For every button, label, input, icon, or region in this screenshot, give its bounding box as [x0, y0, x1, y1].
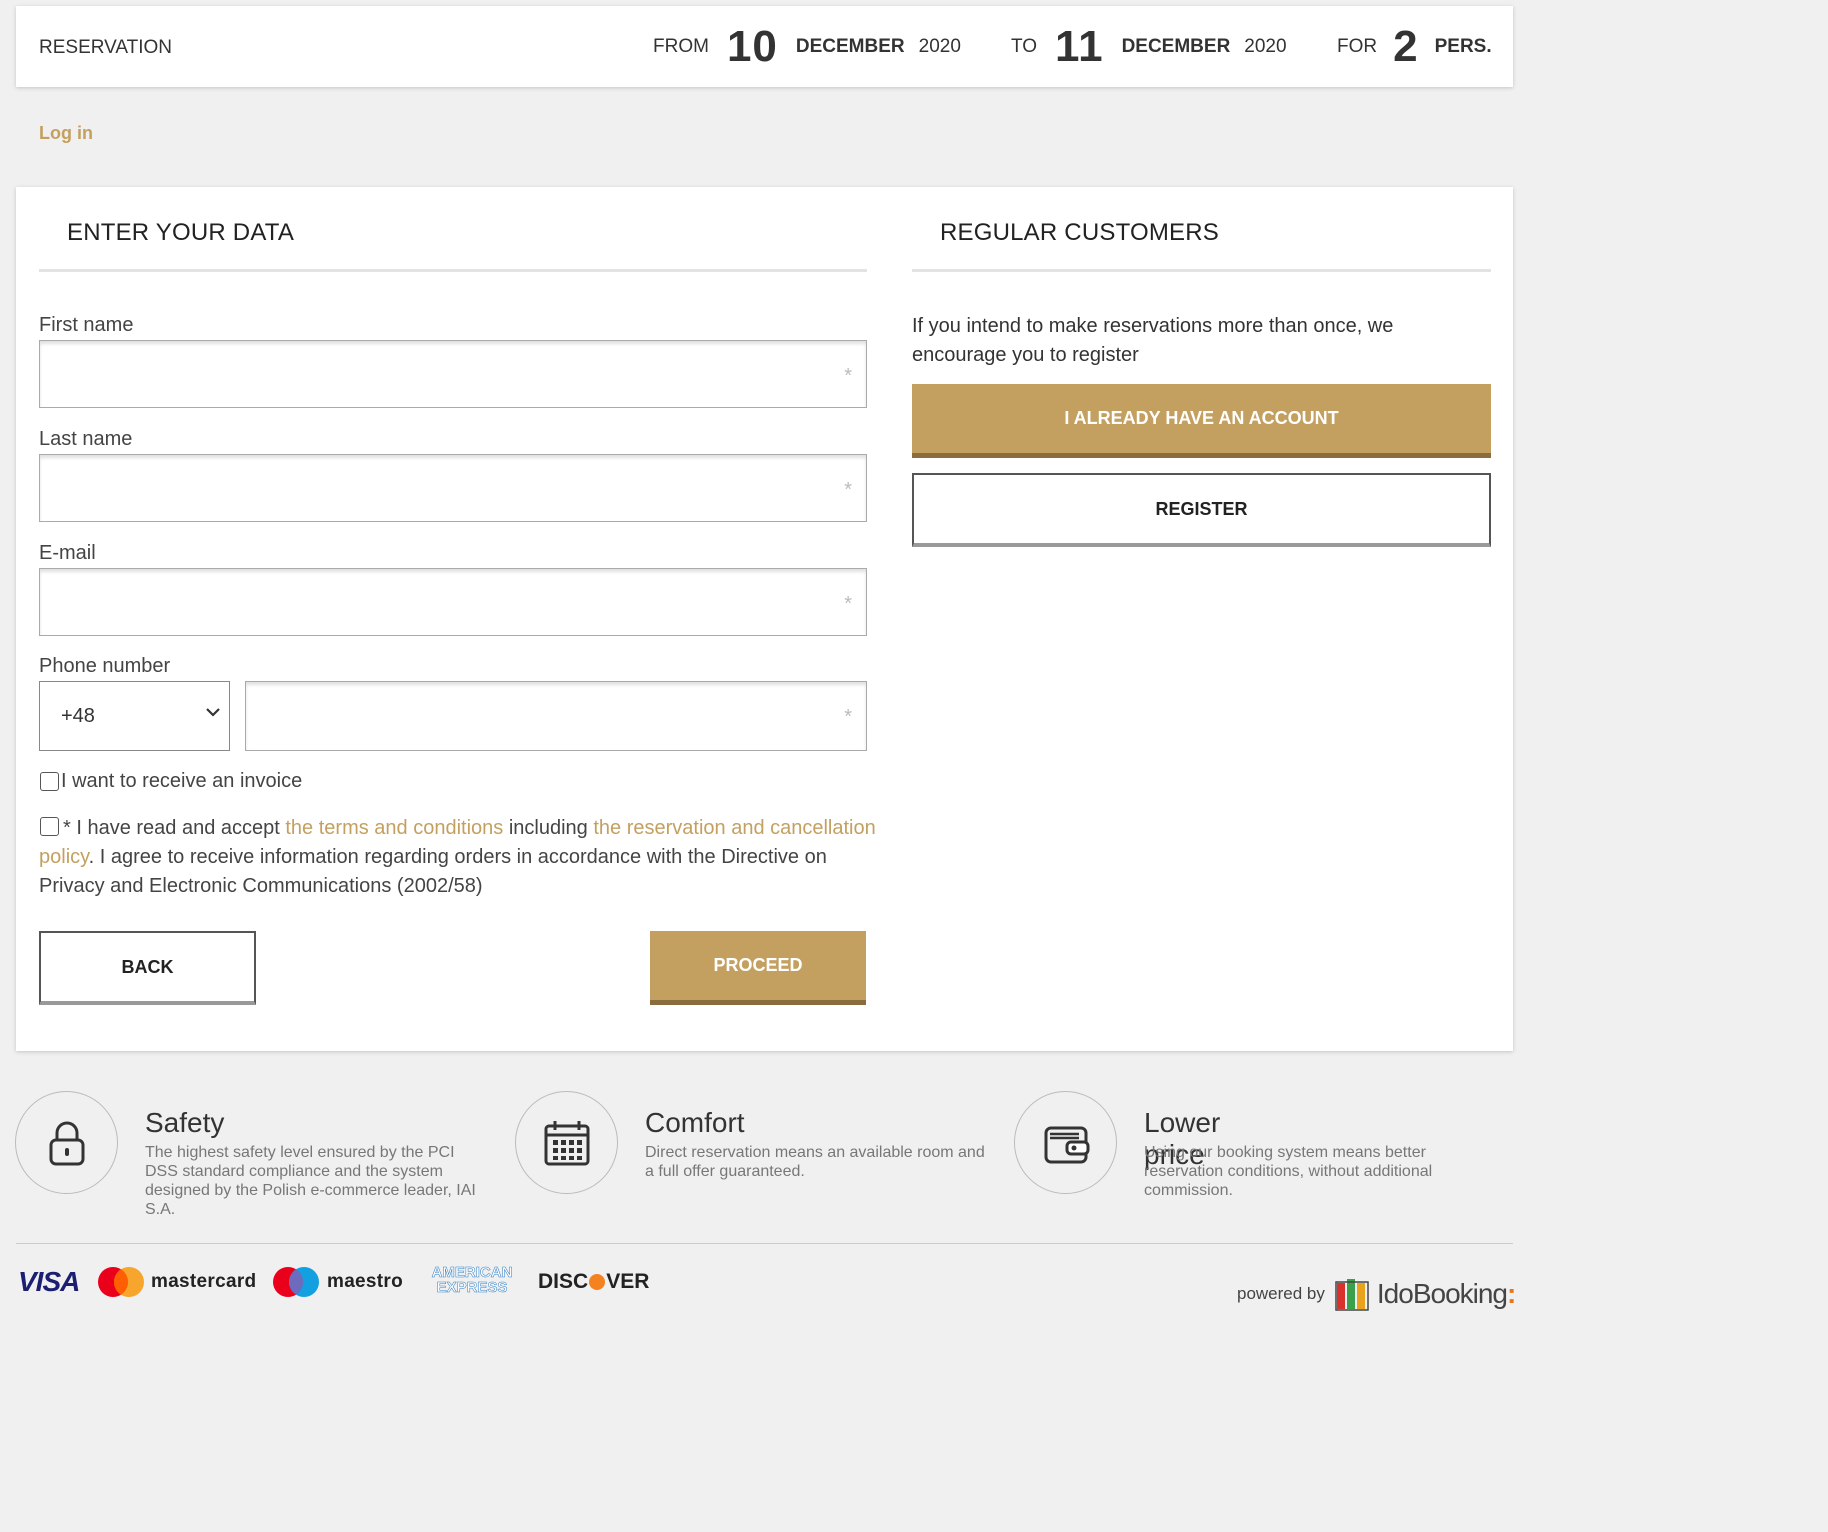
- last-name-input[interactable]: *: [39, 454, 867, 522]
- regular-customers-title: REGULAR CUSTOMERS: [940, 219, 1220, 246]
- american-express-logo: AMERICAN EXPRESS: [423, 1262, 521, 1298]
- from-year: 2020: [918, 35, 961, 57]
- divider: [39, 269, 867, 272]
- phone-prefix-value: +48: [61, 704, 95, 727]
- terms-text: * I have read and accept the terms and c…: [39, 814, 879, 901]
- from-word: FROM: [653, 35, 709, 57]
- feature-icon-circle: [15, 1091, 118, 1194]
- proceed-button[interactable]: PROCEED: [650, 931, 866, 1005]
- already-have-account-button[interactable]: I ALREADY HAVE AN ACCOUNT: [912, 384, 1491, 458]
- required-mark: *: [844, 593, 852, 615]
- from-month: DECEMBER: [795, 35, 905, 57]
- feature-title: Comfort: [645, 1107, 745, 1138]
- feature-description: Direct reservation means an available ro…: [645, 1144, 985, 1180]
- from-day: 10: [726, 21, 778, 71]
- login-link[interactable]: Log in: [39, 123, 93, 144]
- register-button[interactable]: REGISTER: [912, 473, 1491, 547]
- visa-logo: VISA: [18, 1266, 80, 1297]
- required-mark: *: [844, 479, 852, 501]
- discover-text-b: VER: [606, 1270, 650, 1293]
- footer-divider: [16, 1243, 1513, 1244]
- feature-description: The highest safety level ensured by the …: [145, 1144, 476, 1218]
- maestro-circles-icon: [273, 1267, 319, 1297]
- feature-icon-circle: [1014, 1091, 1117, 1194]
- terms-prefix: * I have read and accept: [63, 817, 286, 839]
- powered-by-text: powered by: [1237, 1284, 1325, 1303]
- discover-logo: DISC VER: [538, 1262, 649, 1302]
- phone-label: Phone number: [39, 655, 171, 677]
- persons-count: FOR 2 PERS.: [1337, 6, 1492, 87]
- amex-line-1: AMERICAN: [431, 1264, 513, 1281]
- register-encouragement-text: If you intend to make reservations more …: [912, 315, 1394, 366]
- first-name-label: First name: [39, 314, 134, 336]
- terms-link[interactable]: the terms and conditions: [285, 817, 503, 839]
- date-from: FROM 10 DECEMBER 2020: [653, 6, 961, 87]
- phone-prefix-select[interactable]: +48: [39, 681, 230, 751]
- idobooking-brand-text: IdoBooking: [1376, 1278, 1508, 1309]
- calendar-icon: [544, 1121, 590, 1166]
- email-label: E-mail: [39, 542, 96, 564]
- last-name-label: Last name: [39, 428, 133, 450]
- back-button[interactable]: BACK: [39, 931, 256, 1005]
- maestro-text: maestro: [327, 1271, 404, 1292]
- to-word: TO: [1011, 35, 1038, 57]
- discover-text-a: DISC: [538, 1270, 589, 1293]
- feature-icon-circle: [515, 1091, 618, 1194]
- discover-dot-icon: [589, 1274, 606, 1290]
- to-year: 2020: [1244, 35, 1287, 57]
- enter-data-title: ENTER YOUR DATA: [67, 219, 295, 246]
- terms-mid: including: [503, 817, 594, 839]
- first-name-input[interactable]: *: [39, 340, 867, 408]
- brand-dots-icon: :: [1507, 1278, 1517, 1309]
- email-input[interactable]: *: [39, 568, 867, 636]
- reservation-bar: RESERVATION FROM 10 DECEMBER 2020 TO 11 …: [16, 6, 1513, 87]
- terms-suffix: . I agree to receive information regardi…: [39, 846, 827, 897]
- phone-number-input[interactable]: *: [245, 681, 867, 751]
- date-to: TO 11 DECEMBER 2020: [1011, 6, 1287, 87]
- to-day: 11: [1055, 21, 1104, 71]
- persons-label: PERS.: [1434, 35, 1492, 57]
- persons-number: 2: [1393, 21, 1419, 71]
- feature-title: Safety: [145, 1107, 225, 1138]
- reservation-label: RESERVATION: [39, 37, 173, 58]
- wallet-icon: [1044, 1126, 1090, 1164]
- mastercard-circles-icon: [98, 1267, 144, 1297]
- maestro-logo: maestro: [272, 1262, 403, 1302]
- powered-by: powered by IdoBooking :: [1237, 1277, 1516, 1311]
- for-word: FOR: [1337, 35, 1378, 57]
- amex-line-2: EXPRESS: [436, 1279, 508, 1296]
- idobooking-logo-icon: [1335, 1279, 1369, 1311]
- required-mark: *: [844, 706, 852, 728]
- to-month: DECEMBER: [1121, 35, 1231, 57]
- mastercard-logo: mastercard: [97, 1262, 256, 1302]
- required-mark: *: [844, 365, 852, 387]
- reservation-form-card: ENTER YOUR DATA REGULAR CUSTOMERS First …: [16, 187, 1513, 1051]
- feature-description: Using our booking system means better re…: [1144, 1144, 1433, 1199]
- invoice-checkbox[interactable]: [40, 772, 59, 791]
- lock-icon: [49, 1121, 85, 1166]
- invoice-label: I want to receive an invoice: [61, 770, 303, 792]
- divider: [912, 269, 1491, 272]
- mastercard-text: mastercard: [151, 1271, 257, 1292]
- chevron-down-icon: [206, 708, 220, 717]
